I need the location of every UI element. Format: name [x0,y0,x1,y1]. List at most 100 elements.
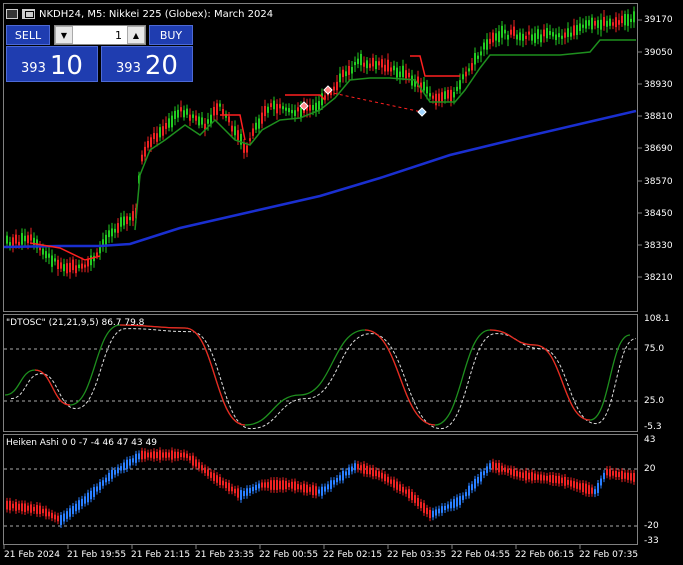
chart-canvas[interactable] [0,0,683,565]
heiken-bar [141,450,143,460]
price-candle-body [441,92,443,103]
price-candle-body [129,216,131,221]
window-icon[interactable] [22,9,35,19]
heiken-bar [417,497,419,507]
heiken-bar [234,488,236,494]
time-label: 22 Feb 07:35 [579,550,639,560]
price-candle-body [456,86,458,91]
price-candle-body [498,31,500,43]
heiken-bar [69,508,71,517]
heiken-bar [150,452,152,458]
price-candle-body [240,133,242,145]
price-candle-body [198,116,200,126]
heiken-bar [180,452,182,458]
buy-button[interactable]: BUY [149,25,193,45]
price-candle-body [387,59,389,72]
time-label: 22 Feb 06:15 [515,550,575,560]
heiken-bar [144,451,146,459]
price-candle-body [132,211,134,221]
heiken-bar [60,515,62,525]
heiken-bar [585,483,587,494]
price-candle-body [501,25,503,38]
heiken-bar [441,506,443,513]
heiken-bars [6,447,635,528]
price-candle-body [543,29,545,37]
heiken-bar [630,473,632,481]
price-label: 38810 [644,112,673,122]
price-candle-body [234,126,236,136]
price-candle-body [393,65,395,71]
heiken-bar [321,486,323,496]
heiken-bar [189,456,191,461]
heiken-bar [324,486,326,492]
price-candle-body [471,63,473,71]
volume-input[interactable]: 1 [73,29,127,42]
volume-up-icon[interactable]: ▲ [127,26,145,44]
heiken-bar [462,495,464,500]
price-candle-body [264,105,266,117]
heiken-bar [165,452,167,458]
volume-down-icon[interactable]: ▼ [55,26,73,44]
price-candle-body [171,115,173,128]
heiken-bar [216,475,218,483]
price-label: 39170 [644,15,673,25]
heiken-bar [204,467,206,473]
heiken-bar [231,486,233,492]
heiken-bar [93,487,95,497]
price-candle-body [291,109,293,114]
price-candle-body [153,132,155,140]
sell-price-prefix: 393 [21,61,46,76]
price-candle-body [336,81,338,91]
price-candle-body [81,263,83,269]
price-candle-body [66,263,68,274]
heiken-bar [162,452,164,458]
price-candle-body [486,39,488,50]
heiken-bar [402,486,404,493]
heiken-bar [45,508,47,517]
heiken-bar [126,459,128,469]
price-candle-body [312,105,314,110]
heiken-bar [624,472,626,479]
heiken-axis-label: -33 [644,536,659,546]
heiken-bar [537,474,539,480]
dtosc-axis-label: 108.1 [644,314,670,324]
heiken-bar [228,482,230,492]
sell-price[interactable]: 393 10 [6,46,98,82]
price-candle-body [429,93,431,97]
heiken-bar [450,501,452,509]
heiken-bar [312,485,314,496]
price-candle-body [249,138,251,142]
heiken-bar [159,450,161,460]
heiken-bar [423,503,425,513]
heiken-bar [102,480,104,486]
heiken-bar [381,472,383,479]
dtosc-down-line [34,369,71,406]
heiken-bar [561,477,563,484]
heiken-bar [588,485,590,495]
sell-button[interactable]: SELL [6,25,50,45]
heiken-bar [393,479,395,488]
price-candle-body [432,95,434,99]
price-candle-body [222,108,224,115]
price-candle-body [246,145,248,153]
heiken-bar [489,463,491,470]
heiken-bar [354,463,356,471]
price-candle-body [252,128,254,136]
heiken-bar [339,475,341,481]
buy-price[interactable]: 393 20 [101,46,193,82]
heiken-bar [582,483,584,493]
price-candle-body [255,122,257,130]
heiken-bar [297,484,299,490]
price-candle-body [345,71,347,77]
price-candle-body [375,61,377,70]
price-candle-body [147,141,149,148]
chart-menu-icon[interactable] [6,9,18,19]
heiken-bar [21,503,23,512]
heiken-bar [390,479,392,484]
price-candle-body [492,32,494,43]
price-candle-body [537,29,539,39]
price-candle-body [315,102,317,111]
heiken-bar [117,467,119,474]
heiken-bar [336,478,338,483]
heiken-bar [81,498,83,507]
